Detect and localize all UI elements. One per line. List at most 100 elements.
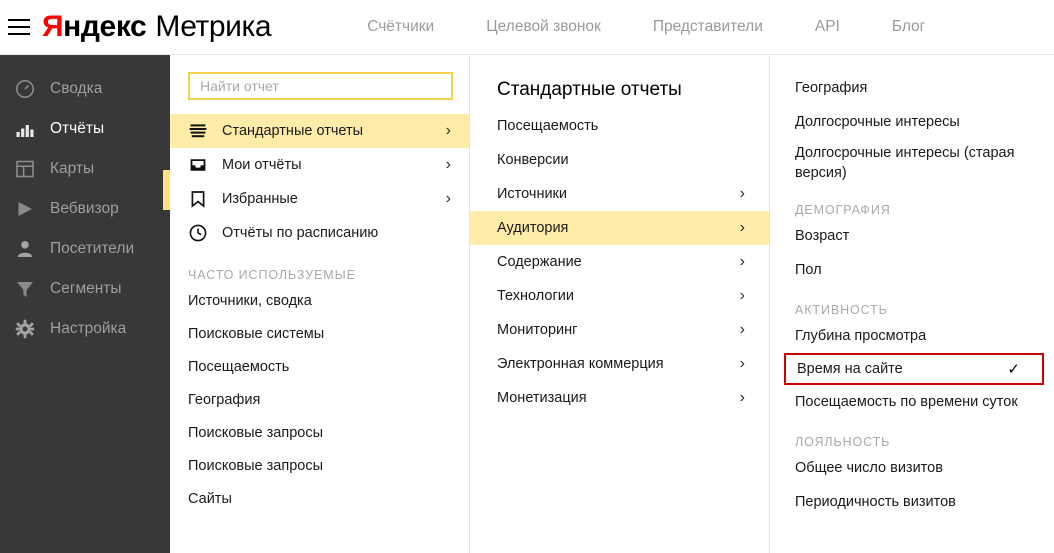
logo-ya: Я: [42, 10, 63, 44]
funnel-icon: [14, 278, 36, 300]
sidebar-item-karty[interactable]: Карты: [0, 149, 170, 189]
category-row-konversii[interactable]: Конверсии: [470, 143, 769, 177]
logo-ndeks: ндекс: [63, 10, 146, 44]
frequent-list: Источники, сводка Поисковые системы Посе…: [170, 284, 469, 515]
sidebar-active-accent-bar: [163, 170, 170, 210]
play-icon: [14, 198, 36, 220]
sidebar-label-posetiteli: Посетители: [50, 240, 134, 258]
top-nav-celevoy-zvonok[interactable]: Целевой звонок: [486, 18, 601, 36]
submenu-label: Долгосрочные интересы (старая версия): [795, 143, 1032, 183]
nav-item-moi-otchety[interactable]: Мои отчёты ›: [170, 148, 469, 182]
top-nav-blog[interactable]: Блог: [892, 18, 926, 36]
chevron-right-icon: ›: [740, 321, 745, 339]
standard-reports-panel: Стандартные отчеты Посещаемость Конверси…: [470, 55, 770, 553]
search-report-box[interactable]: [188, 72, 453, 100]
submenu-label: Посещаемость по времени суток: [795, 392, 1018, 412]
category-label: Содержание: [497, 254, 582, 270]
sidebar-label-segmenty: Сегменты: [50, 280, 122, 298]
nav-label-standartnye-otchety: Стандартные отчеты: [222, 123, 363, 139]
category-label: Источники: [497, 186, 567, 202]
category-label: Монетизация: [497, 390, 587, 406]
logo-metrika: Метрика: [155, 10, 271, 44]
sidebar-item-posetiteli[interactable]: Посетители: [0, 229, 170, 269]
category-label: Конверсии: [497, 152, 569, 168]
clock-icon: [188, 223, 208, 243]
frequent-label: Источники, сводка: [188, 293, 312, 309]
submenu-item-vozrast[interactable]: Возраст: [770, 219, 1054, 253]
sidebar-label-nastroyka: Настройка: [50, 320, 126, 338]
search-input[interactable]: [200, 78, 451, 94]
submenu-item-obshchee-chislo-vizitov[interactable]: Общее число визитов: [770, 451, 1054, 485]
nav-item-izbrannye[interactable]: Избранные ›: [170, 182, 469, 216]
category-row-poseshchaemost[interactable]: Посещаемость: [470, 109, 769, 143]
category-row-elektronnaya-kommerciya[interactable]: Электронная коммерция ›: [470, 347, 769, 381]
submenu-item-vremya-na-sayte[interactable]: Время на сайте ✓: [784, 353, 1044, 385]
nav-label-otchety-po-raspisaniyu: Отчёты по расписанию: [222, 225, 378, 241]
category-row-monitoring[interactable]: Мониторинг ›: [470, 313, 769, 347]
frequent-label: Посещаемость: [188, 359, 289, 375]
chevron-right-icon: ›: [740, 389, 745, 407]
top-nav-api[interactable]: API: [815, 18, 840, 36]
tray-icon: [188, 155, 208, 175]
category-row-tekhnologii[interactable]: Технологии ›: [470, 279, 769, 313]
submenu-item-periodichnost-vizitov[interactable]: Периодичность визитов: [770, 485, 1054, 519]
top-navigation: Счётчики Целевой звонок Представители AP…: [367, 18, 925, 36]
nav-item-standartnye-otchety[interactable]: Стандартные отчеты ›: [170, 114, 469, 148]
page-title: Стандартные отчеты: [497, 79, 769, 101]
hamburger-icon[interactable]: [8, 19, 30, 35]
submenu-label: Время на сайте: [797, 359, 903, 379]
category-row-soderzhanie[interactable]: Содержание ›: [470, 245, 769, 279]
sidebar-item-segmenty[interactable]: Сегменты: [0, 269, 170, 309]
list-item[interactable]: Поисковые системы: [170, 317, 469, 350]
submenu-item-dolgosrochnye-interesy-staraya-versiya[interactable]: Долгосрочные интересы (старая версия): [770, 139, 1054, 187]
sidebar-item-svodka[interactable]: Сводка: [0, 69, 170, 109]
checkmark-icon: ✓: [1007, 360, 1020, 378]
top-nav-predstaviteli[interactable]: Представители: [653, 18, 763, 36]
submenu-item-dolgosrochnye-interesy[interactable]: Долгосрочные интересы: [770, 105, 1054, 139]
chevron-right-icon: ›: [740, 253, 745, 271]
top-nav-schetchiki[interactable]: Счётчики: [367, 18, 434, 36]
layout-icon: [14, 158, 36, 180]
yandex-metrica-logo[interactable]: Яндекс Метрика: [42, 10, 271, 44]
list-item[interactable]: Поисковые запросы: [170, 449, 469, 482]
bookmark-icon: [188, 189, 208, 209]
submenu-item-poseshchaemost-po-vremeni-sutok[interactable]: Посещаемость по времени суток: [770, 385, 1054, 419]
submenu-label: Пол: [795, 260, 822, 280]
frequent-label: Поисковые запросы: [188, 458, 323, 474]
sidebar-label-svodka: Сводка: [50, 80, 102, 98]
list-item[interactable]: Поисковые запросы: [170, 416, 469, 449]
top-header-bar: Яндекс Метрика Счётчики Целевой звонок П…: [0, 0, 1054, 55]
submenu-item-glubina-prosmotra[interactable]: Глубина просмотра: [770, 319, 1054, 353]
nav-item-otchety-po-raspisaniyu[interactable]: Отчёты по расписанию: [170, 216, 469, 250]
chevron-right-icon: ›: [740, 185, 745, 203]
category-row-istochniki[interactable]: Источники ›: [470, 177, 769, 211]
yandex-metrica-app: Яндекс Метрика Счётчики Целевой звонок П…: [0, 0, 1054, 553]
chevron-right-icon: ›: [446, 122, 451, 140]
submenu-label: Общее число визитов: [795, 458, 943, 478]
list-item[interactable]: Посещаемость: [170, 350, 469, 383]
frequent-label: География: [188, 392, 260, 408]
list-item[interactable]: География: [170, 383, 469, 416]
submenu-item-pol[interactable]: Пол: [770, 253, 1054, 287]
gear-icon: [14, 318, 36, 340]
category-row-auditoriya[interactable]: Аудитория ›: [470, 211, 769, 245]
category-label: Посещаемость: [497, 118, 598, 134]
submenu-item-geografiya[interactable]: География: [770, 71, 1054, 105]
submenu-label: География: [795, 78, 867, 98]
sidebar-item-otchety[interactable]: Отчёты: [0, 109, 170, 149]
chevron-right-icon: ›: [446, 190, 451, 208]
frequent-group-title: ЧАСТО ИСПОЛЬЗУЕМЫЕ: [188, 268, 469, 282]
chevron-right-icon: ›: [446, 156, 451, 174]
chevron-right-icon: ›: [740, 355, 745, 373]
list-item[interactable]: Сайты: [170, 482, 469, 515]
submenu-group-loyalnost: ЛОЯЛЬНОСТЬ: [795, 435, 1054, 449]
sidebar-item-nastroyka[interactable]: Настройка: [0, 309, 170, 349]
category-row-monetizaciya[interactable]: Монетизация ›: [470, 381, 769, 415]
sidebar-item-vebvizor[interactable]: Вебвизор: [0, 189, 170, 229]
chevron-right-icon: ›: [740, 287, 745, 305]
left-sidebar: Сводка Отчёты Карты: [0, 55, 170, 553]
frequent-label: Поисковые запросы: [188, 425, 323, 441]
sidebar-label-vebvizor: Вебвизор: [50, 200, 119, 218]
list-item[interactable]: Источники, сводка: [170, 284, 469, 317]
stacked-lines-icon: [188, 121, 208, 141]
